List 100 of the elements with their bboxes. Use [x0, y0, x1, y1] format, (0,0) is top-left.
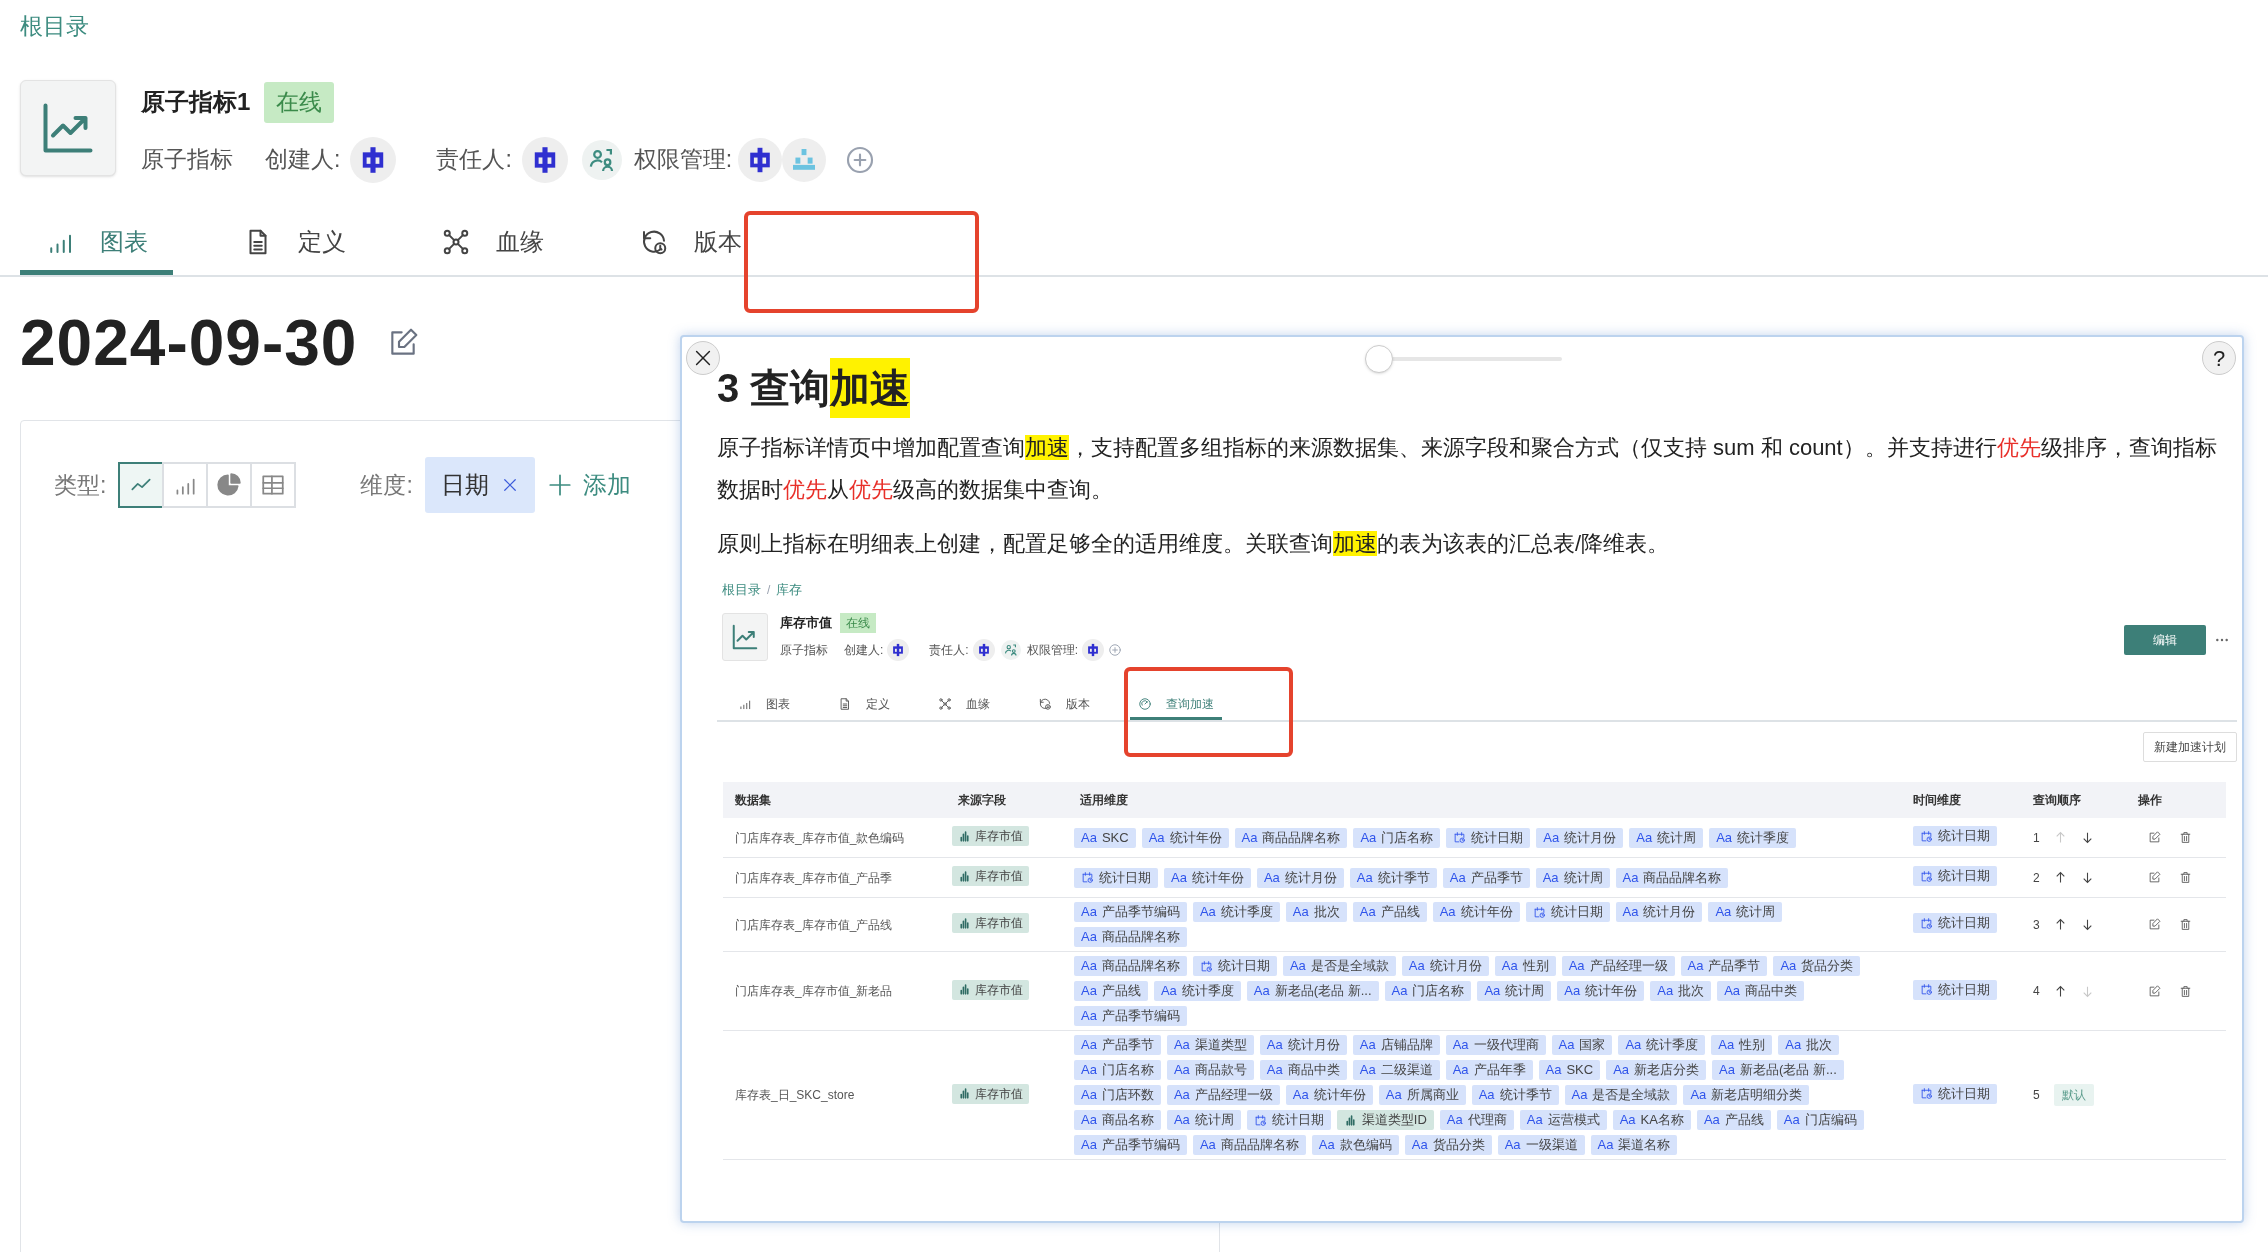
avatar-icon[interactable]	[887, 639, 910, 661]
column-header: 来源字段	[957, 792, 1007, 809]
text-type-icon: Aa	[1081, 956, 1097, 976]
status-badge: 在线	[264, 82, 335, 123]
chart-type-button[interactable]	[118, 462, 165, 508]
text-type-icon: Aa	[1266, 1060, 1283, 1080]
tab[interactable]: 版本	[1030, 690, 1098, 720]
text-type-icon: Aa	[1636, 827, 1653, 848]
breadcrumb-link[interactable]: 根目录	[20, 8, 89, 44]
dimension-tag: Aa 商品品牌名称	[1234, 827, 1348, 848]
dimension-tag: Aa 产品经理一级	[1561, 956, 1675, 976]
tab[interactable]: 血缘	[930, 690, 998, 720]
avatar-icon[interactable]	[1082, 639, 1105, 661]
text-type-icon: Aa	[1199, 902, 1216, 922]
avatar-icon[interactable]	[350, 136, 397, 183]
text-type-icon: Aa	[1266, 1035, 1283, 1055]
text-type-icon: Aa	[1568, 956, 1585, 976]
avatar-icon[interactable]	[972, 639, 995, 661]
text-type-icon: Aa	[1081, 1060, 1097, 1080]
dimension-tag: 统计日期	[1074, 867, 1158, 888]
slider-thumb[interactable]	[1365, 345, 1393, 373]
slider[interactable]	[1365, 345, 1562, 373]
dimension-tag: Aa 国家	[1551, 1035, 1613, 1055]
tab[interactable]: 血缘	[416, 214, 569, 275]
dimension-tag: Aa 商品名称	[1074, 1110, 1161, 1130]
text-type-icon: Aa	[1716, 827, 1733, 848]
creator-label: 创建人:	[265, 145, 341, 175]
dimension-tag: Aa 新老店分类	[1606, 1060, 1707, 1080]
dimension-tag: Aa 新老品(老品 新...	[1246, 981, 1379, 1001]
source-field-tag: 库存市值	[952, 866, 1029, 886]
order-number: 2	[2033, 869, 2040, 887]
metric-type: 原子指标	[780, 642, 828, 659]
text-type-icon: Aa	[1785, 1035, 1802, 1055]
text-type-icon: Aa	[1199, 1135, 1216, 1155]
dimension-tag: Aa 新老品(老品 新...	[1712, 1060, 1844, 1080]
dimension-tag: Aa 代理商	[1439, 1110, 1514, 1130]
new-plan-button[interactable]: 新建加速计划	[2143, 732, 2237, 762]
dimension-tag: Aa 统计周	[1166, 1110, 1241, 1130]
dimension-tag: Aa 产品线	[1696, 1110, 1771, 1130]
time-dimension-tag: 统计日期	[1913, 866, 1997, 886]
text-type-icon: Aa	[1783, 1110, 1800, 1130]
dimension-tag: Aa 统计季度	[1192, 902, 1280, 922]
text-type-icon: Aa	[1452, 1060, 1469, 1080]
tab[interactable]: 图表	[730, 690, 798, 720]
dimension-tag: 统计日期	[1446, 827, 1531, 848]
dimension-tag: Aa 货品分类	[1404, 1135, 1492, 1155]
text-type-icon: Aa	[1719, 1060, 1735, 1080]
order-number: 5	[2033, 1087, 2040, 1104]
close-button[interactable]	[686, 341, 720, 375]
dimension-tag: Aa 货品分类	[1773, 956, 1861, 976]
time-dimension-tag: 统计日期	[1913, 979, 1997, 1000]
text-type-icon: Aa	[1359, 902, 1376, 922]
bar-chart-icon	[958, 916, 971, 930]
avatar-icon[interactable]	[521, 136, 568, 183]
dimension-tag: Aa 款色编码	[1311, 1135, 1399, 1155]
dimension-tag: Aa 统计季度	[1709, 827, 1797, 848]
table-icon	[260, 472, 287, 498]
edit-icon	[2148, 871, 2161, 884]
text-type-icon: Aa	[1597, 1135, 1614, 1155]
text-type-icon: Aa	[1253, 981, 1270, 1001]
text-type-icon: Aa	[1289, 956, 1306, 976]
bar-chart-icon	[1343, 1113, 1357, 1127]
dimension-tag: Aa 产品季节	[1680, 956, 1768, 976]
dimension-chip[interactable]: 日期	[424, 457, 535, 513]
dimension-tag: Aa 产品年季	[1445, 1060, 1533, 1080]
metric-title: 库存市值	[780, 614, 832, 633]
date-title: 2024-09-30	[20, 305, 358, 381]
user-group-icon[interactable]	[1000, 640, 1021, 660]
text-type-icon: Aa	[1081, 1035, 1097, 1055]
metric-type: 原子指标	[141, 145, 233, 175]
text-type-icon: Aa	[1081, 1135, 1097, 1155]
edit-button[interactable]: 编辑	[2124, 625, 2206, 655]
text-type-icon: Aa	[1558, 1035, 1575, 1055]
user-group-icon[interactable]	[581, 139, 622, 180]
dataset-cell-text: 门店库存表_库存市值_产品季	[734, 869, 894, 887]
dimension-tag: Aa 统计月份	[1615, 902, 1703, 922]
avatar-icon[interactable]	[738, 137, 783, 182]
text-type-icon: Aa	[1081, 1006, 1097, 1026]
dimension-tag: Aa 统计年份	[1557, 981, 1645, 1001]
tab[interactable]: 定义	[830, 690, 898, 720]
text-type-icon: Aa	[1622, 867, 1639, 888]
dimension-tag: Aa 统计季度	[1153, 981, 1241, 1001]
time-dimension-tag: 统计日期	[1913, 1083, 1997, 1104]
tab[interactable]: 定义	[218, 214, 371, 275]
text-type-icon: Aa	[1542, 867, 1559, 888]
tab[interactable]: 图表	[20, 214, 173, 275]
pie-chart-icon	[216, 472, 243, 498]
tab[interactable]: 版本	[614, 214, 767, 275]
breadcrumb-link[interactable]: 库存	[776, 580, 803, 600]
text-type-icon: Aa	[1446, 1110, 1463, 1130]
tab[interactable]: 查询加速	[1130, 690, 1222, 720]
dimension-tag: Aa 统计年份	[1141, 827, 1229, 848]
dimension-label: 维度:	[360, 470, 413, 500]
breadcrumb-link[interactable]: 根目录	[722, 580, 761, 600]
text-type-icon: Aa	[1543, 827, 1560, 848]
delete-icon	[2179, 831, 2192, 844]
add-dimension-button[interactable]: 添加	[546, 467, 631, 503]
edit-icon	[2148, 831, 2161, 844]
text-type-icon: Aa	[1241, 827, 1258, 848]
dimension-tag: Aa 产品季节编码	[1074, 1006, 1187, 1026]
